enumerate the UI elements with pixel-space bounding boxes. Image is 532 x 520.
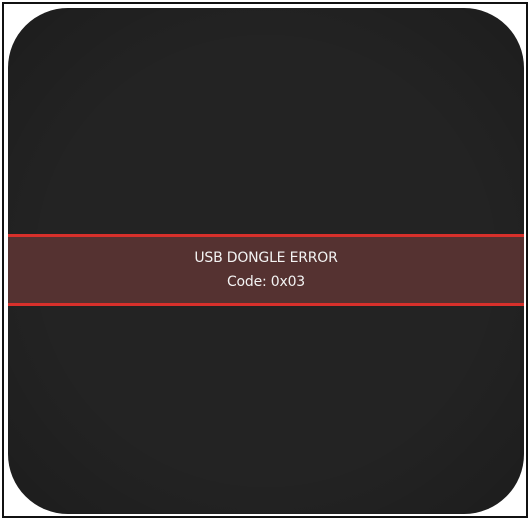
error-banner: USB DONGLE ERROR Code: 0x03 (8, 234, 524, 306)
screenshot-frame: USB DONGLE ERROR Code: 0x03 (2, 2, 528, 518)
error-title: USB DONGLE ERROR (194, 250, 338, 266)
error-code: Code: 0x03 (226, 274, 305, 290)
device-screen: USB DONGLE ERROR Code: 0x03 (8, 8, 524, 514)
